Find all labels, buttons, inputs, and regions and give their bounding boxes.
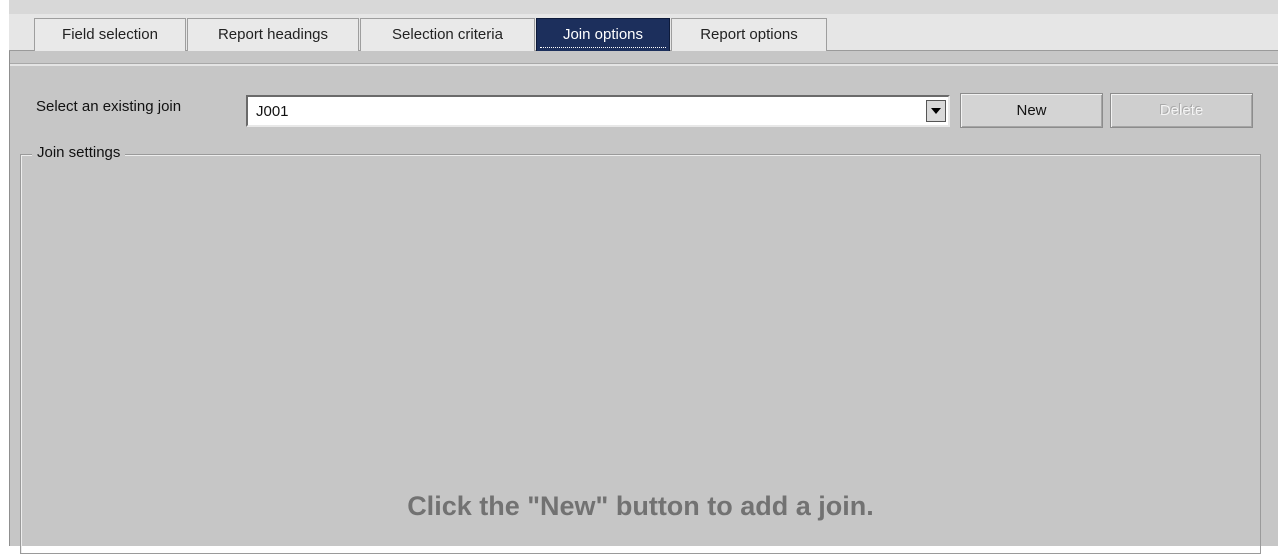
chevron-down-icon[interactable] (926, 100, 946, 122)
new-join-button[interactable]: New (960, 93, 1103, 128)
select-join-label: Select an existing join (36, 98, 182, 115)
tab-report-headings[interactable]: Report headings (187, 18, 359, 51)
add-join-hint: Click the "New" button to add a join. (407, 491, 874, 521)
join-settings-legend: Join settings (32, 144, 126, 161)
tab-selection-criteria[interactable]: Selection criteria (360, 18, 535, 51)
tab-report-options[interactable]: Report options (671, 18, 827, 51)
existing-join-select[interactable]: J001 (246, 95, 950, 127)
tab-field-selection[interactable]: Field selection (34, 18, 186, 51)
delete-join-button[interactable]: Delete (1110, 93, 1253, 128)
existing-join-value: J001 (256, 103, 289, 120)
tab-join-options[interactable]: Join options (536, 18, 670, 51)
panel-top-divider (10, 63, 1278, 66)
